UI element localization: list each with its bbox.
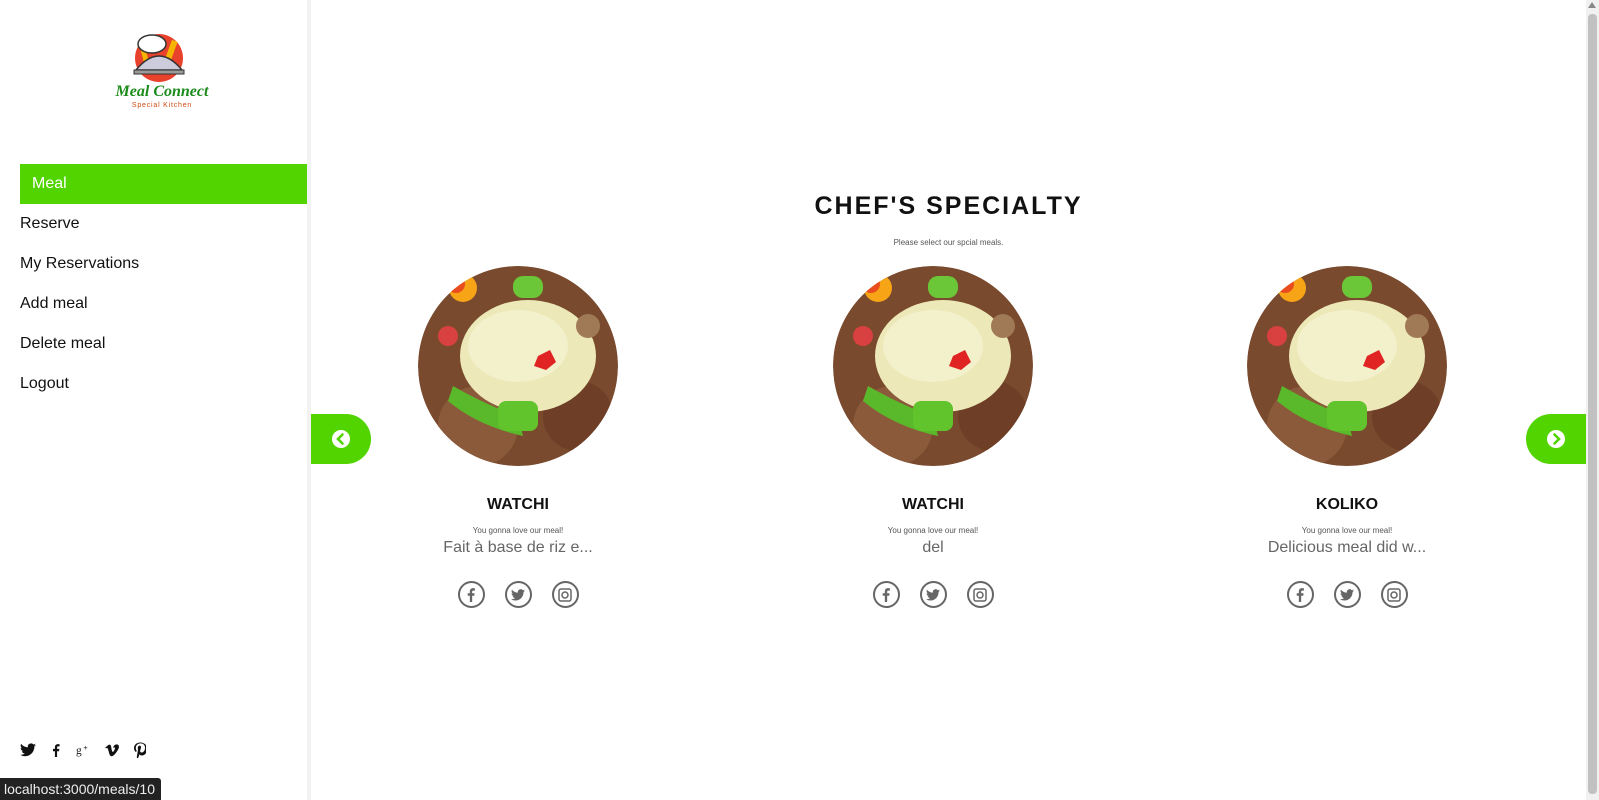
sidebar: Meal Connect Special Kitchen Meal Reserv… (0, 0, 307, 800)
page-title: CHEF'S SPECIALTY (814, 192, 1083, 220)
sidebar-item-reserve[interactable]: Reserve (20, 204, 307, 244)
meal-social-icons (803, 581, 1063, 608)
meal-connect-logo[interactable]: Meal Connect Special Kitchen (112, 30, 212, 112)
svg-text:g: g (76, 745, 82, 757)
pinterest-icon[interactable] (132, 742, 148, 758)
meal-social-icons (388, 581, 648, 608)
vimeo-icon[interactable] (104, 742, 120, 758)
meal-name: KOLIKO (1315, 496, 1379, 513)
svg-text:Special Kitchen: Special Kitchen (132, 102, 192, 109)
chevron-left-icon (332, 430, 350, 448)
vertical-scrollbar[interactable] (1586, 0, 1599, 800)
meal-social-icons (1217, 581, 1477, 608)
meal-description: del (922, 539, 944, 556)
chevron-right-icon (1547, 430, 1565, 448)
twitter-icon[interactable] (20, 742, 36, 758)
google-plus-icon[interactable]: g + (76, 742, 92, 758)
scroll-up-arrow[interactable] (1588, 2, 1596, 8)
meal-tagline: You gonna love our meal! (887, 526, 979, 535)
scroll-thumb[interactable] (1588, 14, 1597, 794)
meal-card[interactable]: KOLIKO You gonna love our meal! Deliciou… (1217, 266, 1477, 608)
meal-card[interactable]: WATCHI You gonna love our meal! del (803, 266, 1063, 608)
instagram-icon[interactable] (551, 581, 579, 608)
social-links: g + (20, 742, 148, 758)
main-content: CHEF'S SPECIALTY Please select our spcia… (311, 0, 1586, 800)
sidebar-nav: Meal Reserve My Reservations Add meal De… (20, 164, 307, 404)
meal-image[interactable] (418, 266, 618, 466)
sidebar-item-add-meal[interactable]: Add meal (20, 284, 307, 324)
meal-image[interactable] (1247, 266, 1447, 466)
svg-text:+: + (83, 743, 87, 752)
instagram-icon[interactable] (966, 581, 994, 608)
meal-tagline: You gonna love our meal! (1301, 526, 1393, 535)
twitter-icon[interactable] (1333, 581, 1361, 608)
meal-description: Delicious meal did w... (1267, 539, 1427, 556)
carousel-prev-button[interactable] (311, 414, 371, 464)
facebook-icon[interactable] (48, 742, 64, 758)
sidebar-item-delete-meal[interactable]: Delete meal (20, 324, 307, 364)
instagram-icon[interactable] (1380, 581, 1408, 608)
status-bar-url: localhost:3000/meals/10 (0, 778, 161, 800)
sidebar-item-my-reservations[interactable]: My Reservations (20, 244, 307, 284)
carousel-next-button[interactable] (1526, 414, 1586, 464)
facebook-icon[interactable] (872, 581, 900, 608)
facebook-icon[interactable] (457, 581, 485, 608)
meal-name: WATCHI (487, 496, 549, 513)
meal-description: Fait à base de riz e... (443, 539, 593, 556)
meal-name: WATCHI (902, 496, 964, 513)
twitter-icon[interactable] (919, 581, 947, 608)
meal-card[interactable]: WATCHI You gonna love our meal! Fait à b… (388, 266, 648, 608)
meal-tagline: You gonna love our meal! (472, 526, 564, 535)
meal-image[interactable] (833, 266, 1033, 466)
sidebar-item-meal[interactable]: Meal (20, 164, 307, 204)
facebook-icon[interactable] (1286, 581, 1314, 608)
page-subtitle: Please select our spcial meals. (893, 238, 1004, 247)
sidebar-item-logout[interactable]: Logout (20, 364, 307, 404)
twitter-icon[interactable] (504, 581, 532, 608)
svg-text:Meal Connect: Meal Connect (115, 83, 209, 100)
